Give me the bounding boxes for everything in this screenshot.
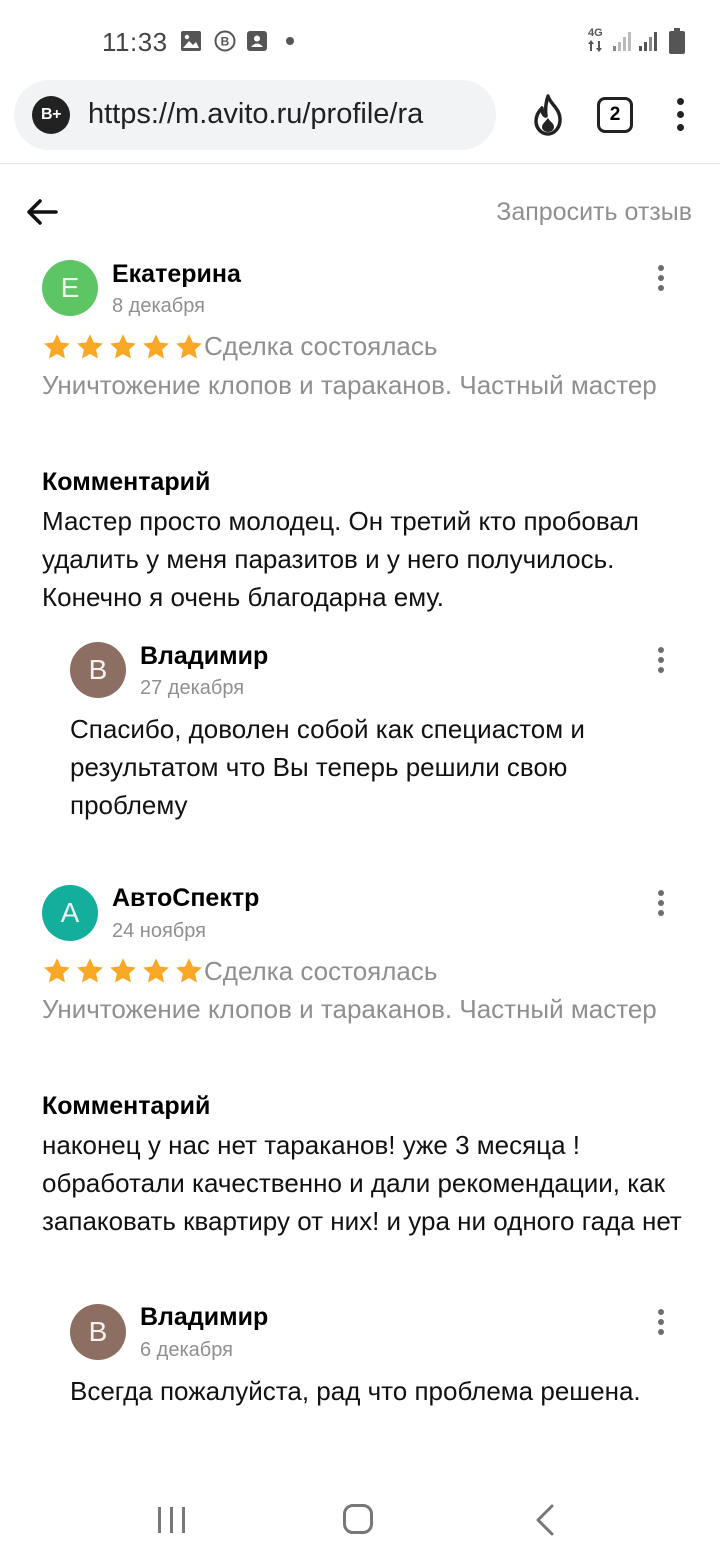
address-bar[interactable]: B+ https://m.avito.ru/profile/ra <box>14 80 496 150</box>
comment-heading: Комментарий <box>42 1092 211 1120</box>
review-author[interactable]: АвтоСпектр <box>112 884 259 913</box>
home-icon[interactable] <box>343 1504 373 1534</box>
star-icon <box>44 334 70 359</box>
image-icon <box>181 31 201 51</box>
comment-heading: Комментарий <box>42 468 211 496</box>
reply-date: 6 декабря <box>140 1339 233 1361</box>
browser-toolbar: B+ https://m.avito.ru/profile/ra 2 <box>0 78 720 164</box>
star-icon <box>176 958 202 983</box>
deal-status: Сделка состоялась <box>204 331 438 361</box>
reply-menu-icon[interactable] <box>651 1307 671 1337</box>
system-nav-bar <box>0 1480 720 1560</box>
data-arrows-icon <box>588 40 602 52</box>
recent-apps-icon[interactable] <box>158 1507 186 1533</box>
review-date: 24 ноября <box>112 920 206 942</box>
avatar[interactable]: Е <box>42 260 98 316</box>
reply-date: 27 декабря <box>140 677 245 699</box>
review-date: 8 декабря <box>112 295 205 317</box>
tabs-button[interactable]: 2 <box>597 97 633 133</box>
deal-status: Сделка состоялась <box>204 956 438 986</box>
url-text[interactable]: https://m.avito.ru/profile/ra <box>88 98 488 131</box>
request-review-button[interactable]: Запросить отзыв <box>496 198 692 227</box>
rating-stars <box>42 332 204 362</box>
nav-back-icon[interactable] <box>534 1504 556 1536</box>
comment-text: Мастер просто молодец. Он третий кто про… <box>42 506 639 612</box>
star-icon <box>44 958 70 983</box>
dot-icon <box>286 37 294 45</box>
review-menu-icon[interactable] <box>651 263 671 293</box>
battery-icon <box>669 28 685 54</box>
status-time: 11:33 <box>102 27 168 57</box>
comment-text: наконец у нас нет тараканов! уже 3 месяц… <box>42 1130 682 1236</box>
reply-avatar[interactable]: В <box>70 642 126 698</box>
reply-text: Всегда пожалуйста, рад что проблема реше… <box>70 1376 641 1406</box>
review-menu-icon[interactable] <box>651 888 671 918</box>
rating-stars <box>42 956 204 986</box>
review-author[interactable]: Екатерина <box>112 260 241 289</box>
reply-author[interactable]: Владимир <box>140 1303 268 1332</box>
star-icon <box>176 334 202 359</box>
service-title[interactable]: Уничтожение клопов и тараканов. Частный … <box>42 990 662 1028</box>
contact-card-icon <box>247 31 267 51</box>
flame-icon[interactable] <box>528 94 568 136</box>
site-badge-icon[interactable]: B+ <box>32 96 70 134</box>
more-vert-icon[interactable] <box>668 96 692 134</box>
status-bar: 11:33 B 4G <box>0 0 720 78</box>
network-type: 4G <box>588 27 603 39</box>
avatar[interactable]: А <box>42 885 98 941</box>
service-title[interactable]: Уничтожение клопов и тараканов. Частный … <box>42 366 662 404</box>
signal-icon <box>613 32 631 51</box>
reply-author[interactable]: Владимир <box>140 642 268 671</box>
svg-text:B: B <box>221 35 230 49</box>
star-icon <box>143 958 169 983</box>
b-circle-icon: B <box>214 30 236 52</box>
reply-text: Спасибо, доволен собой как специастом и … <box>70 714 585 820</box>
star-icon <box>77 958 103 983</box>
star-icon <box>110 958 136 983</box>
star-icon <box>110 334 136 359</box>
reply-avatar[interactable]: В <box>70 1304 126 1360</box>
star-icon <box>143 334 169 359</box>
reply-menu-icon[interactable] <box>651 645 671 675</box>
signal-icon <box>639 32 657 51</box>
star-icon <box>77 334 103 359</box>
back-arrow-icon[interactable] <box>24 194 60 230</box>
